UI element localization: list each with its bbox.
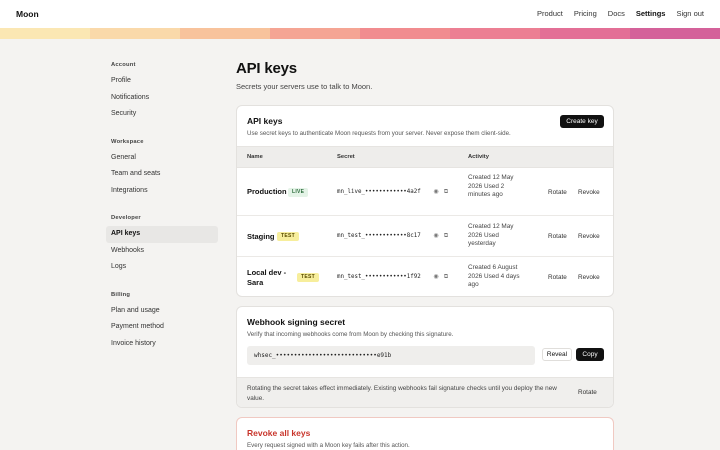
rotate-link[interactable]: Rotate [548, 233, 567, 240]
eye-icon[interactable]: ◉ [433, 274, 439, 280]
column-header-activity: Activity [468, 154, 489, 160]
nav-pricing[interactable]: Pricing [574, 9, 597, 18]
copy-icon[interactable]: ⧉ [443, 189, 449, 195]
key-name: Local dev - Sara [247, 268, 287, 287]
environment-badge: TEST [277, 232, 299, 241]
page-header: API keys Secrets your servers use to tal… [236, 60, 614, 91]
color-stripe [0, 28, 720, 39]
rotation-notice: Rotating the secret takes effect immedia… [237, 377, 613, 407]
stripe-segment [630, 28, 720, 39]
sidebar-item-team-and-seats[interactable]: Team and seats [106, 166, 218, 183]
revoke-all-card: Revoke all keys Every request signed wit… [236, 417, 614, 450]
sidebar-group-workspace: Workspace General Team and seats Integra… [106, 133, 218, 200]
page-title: API keys [236, 60, 297, 77]
key-activity: Created 12 May 2026 Used 2 minutes ago [468, 174, 514, 199]
key-activity: Created 12 May 2026 Used yesterday [468, 223, 514, 248]
key-name: Production [247, 187, 287, 196]
webhook-card-header: Webhook signing secret Verify that incom… [247, 317, 453, 338]
nav-docs[interactable]: Docs [608, 9, 625, 18]
card-title: API keys [247, 116, 283, 126]
stripe-segment [0, 28, 90, 39]
sidebar-item-security[interactable]: Security [106, 106, 218, 123]
environment-badge: LIVE [288, 188, 309, 197]
stripe-segment [180, 28, 270, 39]
top-nav: Product Pricing Docs Settings Sign out [537, 9, 704, 18]
table-row: Production LIVE mn_live_••••••••••••4a2f… [237, 168, 613, 216]
sidebar-group-developer: Developer API keys Webhooks Logs [106, 209, 218, 276]
reveal-button[interactable]: Reveal [542, 348, 572, 361]
card-title: Revoke all keys [247, 428, 311, 438]
copy-button[interactable]: Copy [576, 348, 604, 361]
sidebar-group-account: Account Profile Notifications Security [106, 56, 218, 123]
sidebar-heading: Developer [111, 215, 141, 221]
sidebar-item-webhooks[interactable]: Webhooks [106, 243, 218, 260]
card-description: Every request signed with a Moon key fai… [247, 442, 410, 449]
rotate-link[interactable]: Rotate [548, 189, 567, 196]
nav-settings[interactable]: Settings [636, 9, 666, 18]
api-keys-card: API keys Use secret keys to authenticate… [236, 105, 614, 297]
sidebar-item-invoice-history[interactable]: Invoice history [106, 336, 218, 353]
top-bar: Moon Product Pricing Docs Settings Sign … [0, 0, 720, 28]
sidebar-item-general[interactable]: General [106, 150, 218, 167]
key-activity: Created 6 August 2026 Used 4 days ago [468, 264, 520, 289]
revoke-link[interactable]: Revoke [578, 233, 600, 240]
sidebar-item-integrations[interactable]: Integrations [106, 183, 218, 200]
card-title: Webhook signing secret [247, 317, 346, 327]
sidebar-item-notifications[interactable]: Notifications [106, 90, 218, 107]
sidebar-item-api-keys[interactable]: API keys [106, 226, 218, 243]
stripe-segment [360, 28, 450, 39]
table-row: Staging TEST mn_test_••••••••••••8c17 ◉ … [237, 216, 613, 257]
stripe-segment [540, 28, 630, 39]
key-secret: mn_live_••••••••••••4a2f [337, 189, 421, 195]
card-description: Use secret keys to authenticate Moon req… [247, 130, 511, 137]
table-row: Local dev - Sara TEST mn_test_••••••••••… [237, 257, 613, 296]
keys-table-header: Name Secret Activity [237, 146, 613, 168]
rotate-webhook-link[interactable]: Rotate [578, 389, 597, 396]
revoke-link[interactable]: Revoke [578, 274, 600, 281]
webhook-secret-card: Webhook signing secret Verify that incom… [236, 306, 614, 408]
rotation-notice-text: Rotating the secret takes effect immedia… [247, 385, 557, 402]
key-name: Staging [247, 232, 275, 241]
stripe-segment [270, 28, 360, 39]
page-subtitle: Secrets your servers use to talk to Moon… [236, 82, 373, 91]
sidebar-item-profile[interactable]: Profile [106, 73, 218, 90]
sidebar-item-logs[interactable]: Logs [106, 259, 218, 276]
sidebar-heading: Workspace [111, 138, 144, 145]
card-description: Verify that incoming webhooks come from … [247, 331, 454, 338]
key-secret: mn_test_••••••••••••8c17 [337, 233, 421, 239]
column-header-secret: Secret [337, 154, 355, 160]
settings-sidebar: Account Profile Notifications Security W… [106, 56, 218, 362]
copy-icon[interactable]: ⧉ [443, 274, 449, 280]
create-key-button[interactable]: Create key [560, 115, 604, 128]
eye-icon[interactable]: ◉ [433, 233, 439, 239]
webhook-secret-field[interactable]: whsec_••••••••••••••••••••••••••••e91b [247, 346, 535, 365]
key-secret: mn_test_••••••••••••1f92 [337, 274, 421, 280]
sidebar-heading: Billing [111, 291, 131, 298]
sidebar-heading: Account [111, 62, 136, 68]
rotate-link[interactable]: Rotate [548, 274, 567, 281]
column-header-name: Name [247, 154, 263, 160]
sidebar-item-payment-method[interactable]: Payment method [106, 319, 218, 336]
environment-badge: TEST [297, 273, 319, 282]
revoke-link[interactable]: Revoke [578, 189, 600, 196]
copy-icon[interactable]: ⧉ [443, 233, 449, 239]
brand-logo[interactable]: Moon [16, 9, 39, 19]
eye-icon[interactable]: ◉ [433, 189, 439, 195]
sidebar-item-plan-and-usage[interactable]: Plan and usage [106, 303, 218, 320]
revoke-all-header: Revoke all keys Every request signed wit… [247, 428, 410, 449]
nav-product[interactable]: Product [537, 9, 563, 18]
api-keys-card-header: API keys Use secret keys to authenticate… [247, 116, 511, 137]
nav-sign-out[interactable]: Sign out [676, 9, 704, 18]
stripe-segment [450, 28, 540, 39]
stripe-segment [90, 28, 180, 39]
sidebar-group-billing: Billing Plan and usage Payment method In… [106, 286, 218, 353]
